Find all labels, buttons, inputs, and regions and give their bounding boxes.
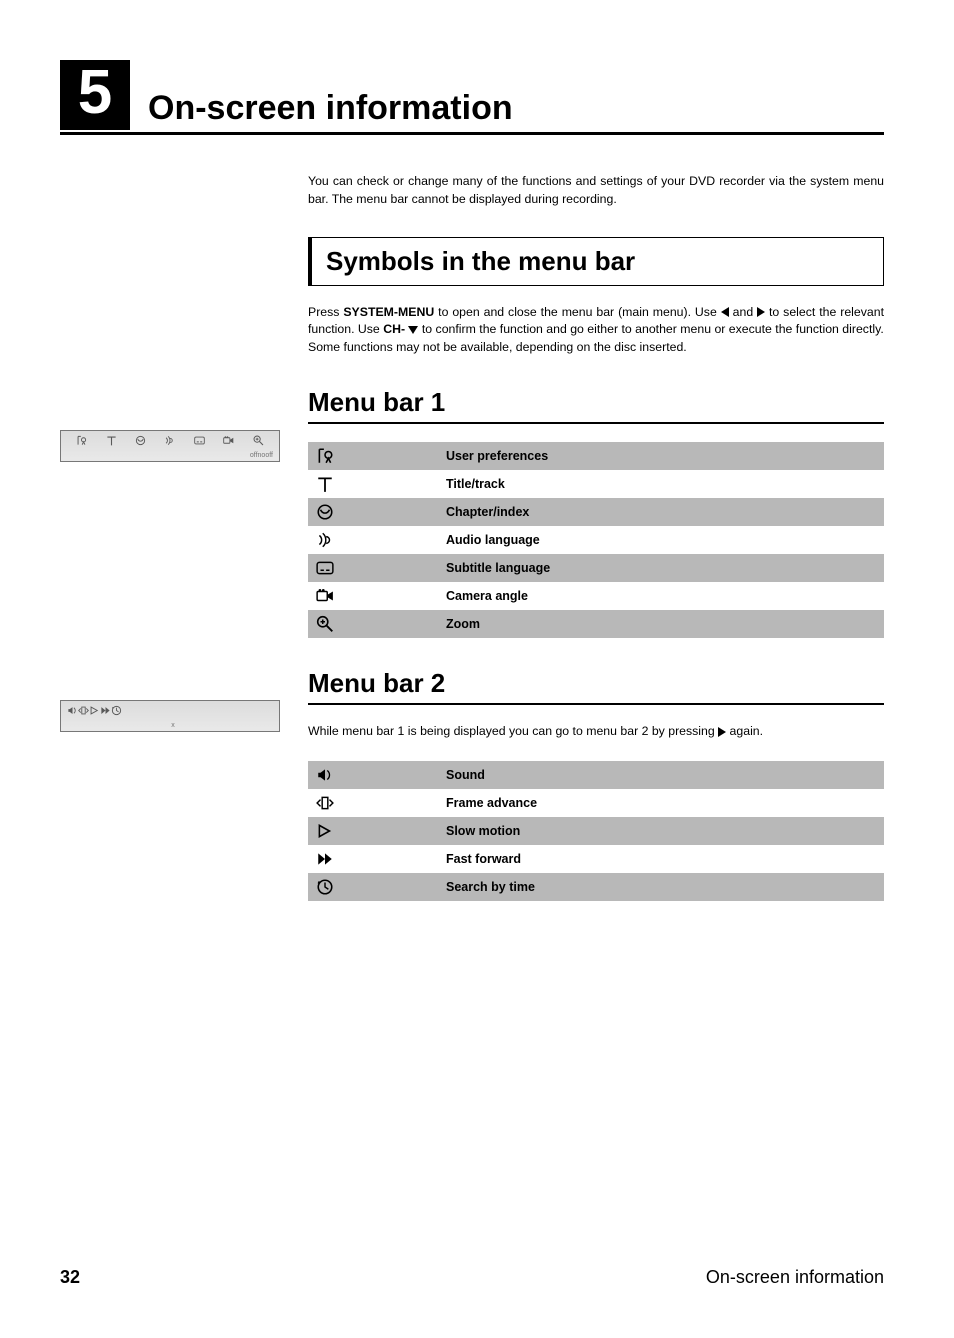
preview-icon: [76, 434, 87, 445]
table-row: Chapter/index: [308, 498, 884, 526]
table-row: Title/track: [308, 470, 884, 498]
search-by-time-icon: [316, 879, 334, 893]
fast-forward-icon: [316, 851, 334, 865]
menubar1-heading: Menu bar 1: [308, 387, 884, 424]
left-arrow-icon: [721, 307, 729, 317]
table-row: Frame advance: [308, 789, 884, 817]
title-icon: [316, 476, 334, 490]
menubar2-table: Sound Frame advance Slow motion Fast for…: [308, 761, 884, 901]
right-arrow-icon: [718, 727, 726, 737]
intro-text: You can check or change many of the func…: [308, 173, 884, 209]
row-label: Slow motion: [438, 817, 884, 845]
row-label: Sound: [438, 761, 884, 789]
table-row: Sound: [308, 761, 884, 789]
zoom-icon: [316, 616, 334, 630]
row-label: Chapter/index: [438, 498, 884, 526]
right-arrow-icon: [757, 307, 765, 317]
footer-title: On-screen information: [706, 1267, 884, 1288]
content-area: You can check or change many of the func…: [308, 173, 884, 901]
row-label: User preferences: [438, 442, 884, 470]
preview-icon: [253, 434, 264, 445]
row-label: Audio language: [438, 526, 884, 554]
row-label: Subtitle language: [438, 554, 884, 582]
preview-icon: [223, 434, 234, 445]
table-row: Search by time: [308, 873, 884, 901]
table-row: Audio language: [308, 526, 884, 554]
table-row: Slow motion: [308, 817, 884, 845]
preview-icon: [111, 704, 122, 715]
row-label: Fast forward: [438, 845, 884, 873]
preview-icon: [135, 434, 146, 445]
table-row: User preferences: [308, 442, 884, 470]
section-heading-symbols: Symbols in the menu bar: [308, 237, 884, 286]
preview-icon: [106, 434, 117, 445]
menubar2-heading: Menu bar 2: [308, 668, 884, 705]
preview-label: x: [171, 722, 175, 729]
preview-icon: [194, 434, 205, 445]
chapter-icon: [316, 504, 334, 518]
key-system-menu: SYSTEM-MENU: [343, 305, 434, 319]
page: 5 On-screen information off no off: [0, 0, 954, 1338]
preview-icon: [67, 704, 78, 715]
userpref-icon: [316, 448, 334, 462]
preview-icon: [100, 704, 111, 715]
table-row: Camera angle: [308, 582, 884, 610]
page-number: 32: [60, 1267, 80, 1288]
chapter-number: 5: [60, 60, 130, 130]
preview-label: off: [265, 452, 273, 459]
row-label: Zoom: [438, 610, 884, 638]
row-label: Title/track: [438, 470, 884, 498]
preview-icon: [89, 704, 100, 715]
audio-icon: [316, 532, 334, 546]
preview-icon: [78, 704, 89, 715]
camera-icon: [316, 588, 334, 602]
down-arrow-icon: [408, 326, 418, 334]
menubar1-preview: off no off: [60, 430, 280, 462]
symbols-text: Press SYSTEM-MENU to open and close the …: [308, 304, 884, 357]
table-row: Subtitle language: [308, 554, 884, 582]
preview-label: no: [258, 452, 266, 459]
table-row: Zoom: [308, 610, 884, 638]
row-label: Search by time: [438, 873, 884, 901]
frame-advance-icon: [316, 795, 334, 809]
row-label: Frame advance: [438, 789, 884, 817]
slow-motion-icon: [316, 823, 334, 837]
menubar2-intro: While menu bar 1 is being displayed you …: [308, 723, 884, 741]
preview-icon: [164, 434, 175, 445]
preview-label: off: [250, 452, 258, 459]
section-title: Symbols in the menu bar: [326, 246, 869, 277]
chapter-header: 5 On-screen information: [60, 60, 884, 135]
menubar1-table: User preferences Title/track Chapter/ind…: [308, 442, 884, 638]
sound-icon: [316, 767, 334, 781]
row-label: Camera angle: [438, 582, 884, 610]
menubar2-preview: x: [60, 700, 280, 732]
page-footer: 32 On-screen information: [60, 1267, 884, 1288]
key-ch: CH-: [383, 322, 405, 336]
chapter-title: On-screen information: [148, 89, 513, 130]
table-row: Fast forward: [308, 845, 884, 873]
subtitle-icon: [316, 560, 334, 574]
